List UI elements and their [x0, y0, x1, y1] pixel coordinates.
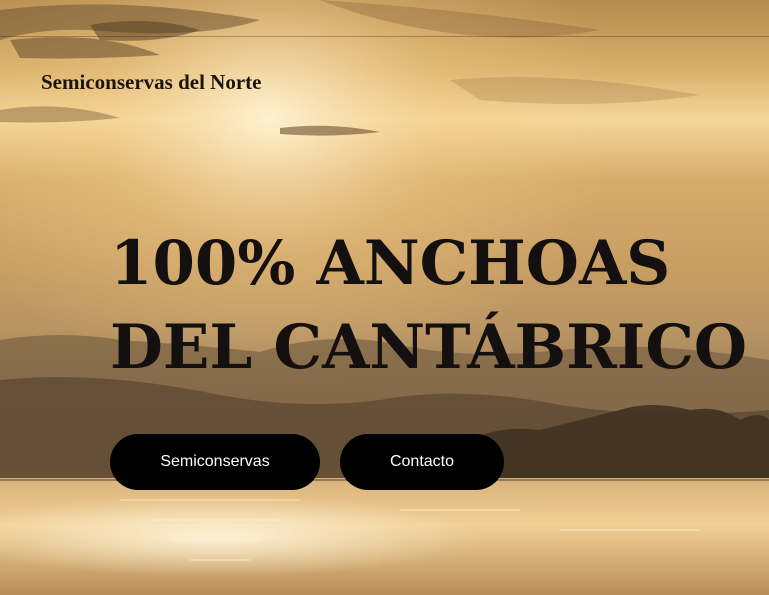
headline-line-2: DEL CANTÁBRICO — [110, 312, 748, 383]
contacto-button[interactable]: Contacto — [340, 434, 504, 490]
headline-line-1: 100% ANCHOAS — [110, 228, 671, 299]
site-brand[interactable]: Semiconservas del Norte — [41, 70, 261, 95]
header-divider — [0, 36, 769, 37]
hero-headline: 100% ANCHOAS DEL CANTÁBRICO — [110, 222, 760, 390]
semiconservas-button[interactable]: Semiconservas — [110, 434, 320, 490]
